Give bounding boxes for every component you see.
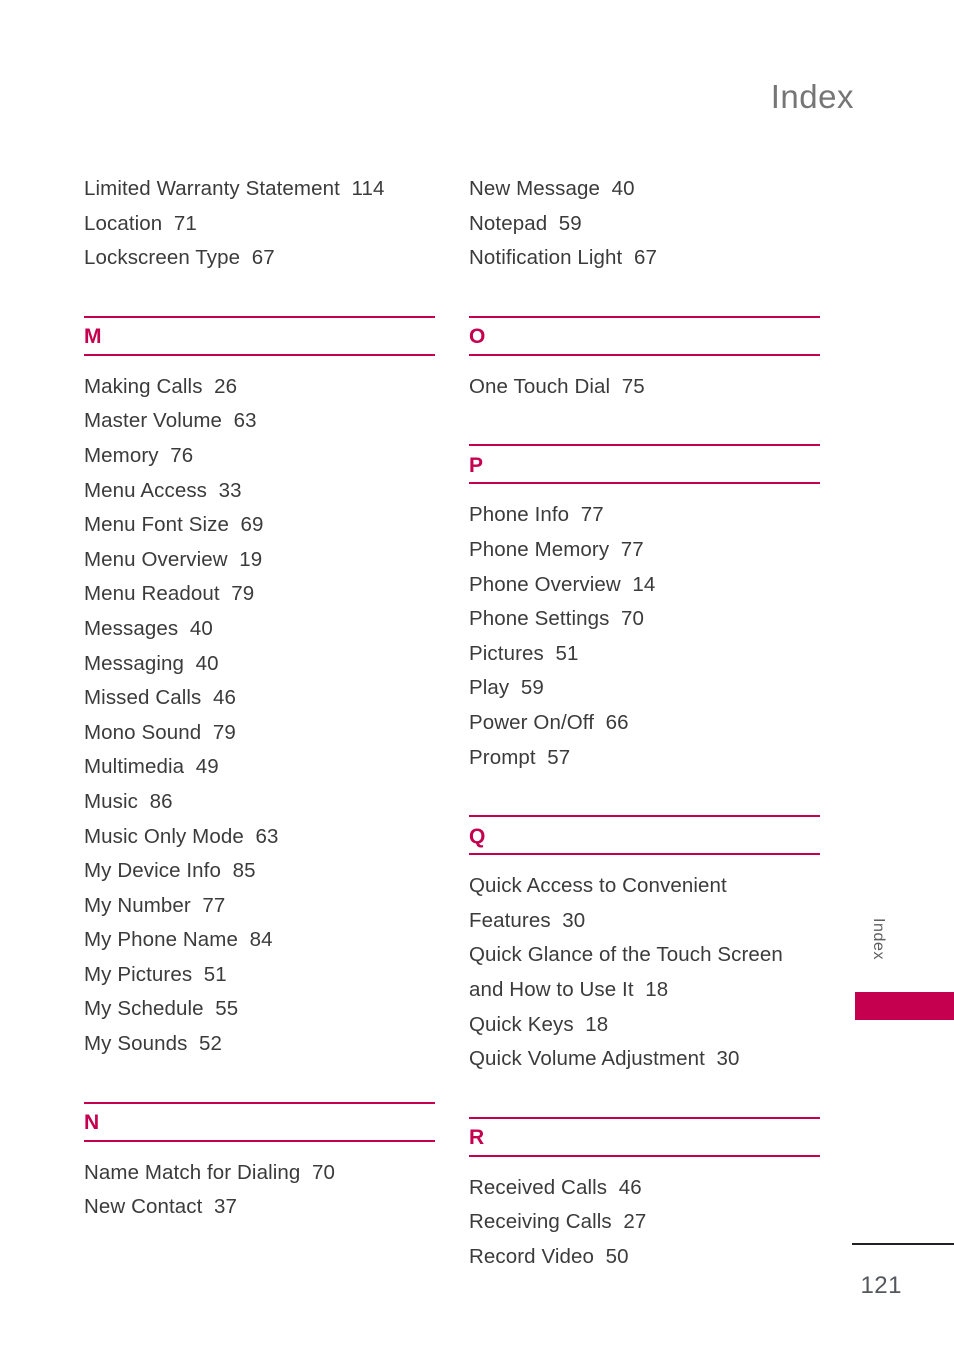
page-number: 121	[860, 1272, 902, 1299]
index-entry: Record Video 50	[469, 1244, 629, 1268]
index-entry: Mono Sound 79	[84, 720, 236, 744]
index-column-right: New Message 40 Notepad 59 Notification Lig…	[469, 172, 820, 1274]
section-letter: R	[469, 1126, 485, 1150]
section-header-m: M	[84, 315, 435, 356]
index-entry: Music 86	[84, 789, 173, 813]
index-columns: Limited Warranty Statement 114 Location 7…	[84, 172, 820, 1274]
index-entry: Memory 76	[84, 443, 194, 467]
index-entry: Missed Calls 46	[84, 686, 236, 710]
index-entry: Phone Overview 14	[469, 572, 656, 596]
index-entry: Menu Readout 79	[84, 582, 255, 606]
index-entry: My Phone Name 84	[84, 928, 273, 952]
index-entry: Multimedia 49	[84, 755, 219, 779]
side-tab-label: Index	[870, 918, 887, 961]
section-letter: Q	[469, 824, 486, 848]
index-entry: Quick Glance of the Touch Screen and How…	[469, 943, 783, 1001]
section-header-r: R	[469, 1116, 820, 1157]
index-entry-list: Quick Access to Convenient Features 30 Qu…	[469, 869, 820, 1077]
index-entry: One Touch Dial 75	[469, 374, 645, 398]
index-entry: Messaging 40	[84, 651, 219, 675]
page-title: Index	[770, 78, 854, 115]
index-entry: Play 59	[469, 676, 544, 700]
section-letter: M	[84, 325, 102, 349]
index-entry: My Pictures 51	[84, 962, 227, 986]
folio-rule	[852, 1243, 954, 1245]
index-entry: New Contact 37	[84, 1195, 238, 1219]
index-entry-list: Name Match for Dialing 70 New Contact 37	[84, 1156, 435, 1225]
index-entry: Quick Volume Adjustment 30	[469, 1047, 740, 1071]
index-entry: Menu Overview 19	[84, 547, 263, 571]
index-entry: Notepad 59	[469, 211, 582, 235]
index-entry: Lockscreen Type 67	[84, 246, 275, 270]
index-entry-list: New Message 40 Notepad 59 Notification Lig…	[469, 172, 820, 276]
index-entry: Received Calls 46	[469, 1175, 642, 1199]
index-entry: My Device Info 85	[84, 859, 256, 883]
index-entry: My Number 77	[84, 893, 226, 917]
index-entry: Receiving Calls 27	[469, 1210, 647, 1234]
section-header-o: O	[469, 315, 820, 356]
index-entry-list: Making Calls 26 Master Volume 63 Memory 76…	[84, 370, 435, 1062]
section-header-n: N	[84, 1101, 435, 1142]
index-entry: Quick Access to Convenient Features 30	[469, 874, 727, 932]
side-thumb-tab: Index	[855, 918, 954, 965]
index-entry: Phone Info 77	[469, 503, 604, 527]
index-entry: My Schedule 55	[84, 997, 239, 1021]
index-entry: My Sounds 52	[84, 1032, 223, 1056]
section-letter: N	[84, 1111, 100, 1135]
index-entry: Power On/Off 66	[469, 710, 629, 734]
index-entry-list: Phone Info 77 Phone Memory 77 Phone Overvi…	[469, 498, 820, 775]
index-entry: Phone Memory 77	[469, 537, 644, 561]
side-tab-marker	[855, 992, 954, 1020]
index-entry: Quick Keys 18	[469, 1012, 609, 1036]
index-entry: Phone Settings 70	[469, 607, 645, 631]
index-entry: Messages 40	[84, 616, 213, 640]
index-entry: Music Only Mode 63	[84, 824, 279, 848]
index-entry-list: Received Calls 46 Receiving Calls 27 Recor…	[469, 1171, 820, 1275]
index-entry: Making Calls 26	[84, 374, 238, 398]
index-entry: New Message 40	[469, 177, 635, 200]
section-letter: P	[469, 453, 484, 477]
index-entry: Prompt 57	[469, 745, 571, 769]
index-entry: Master Volume 63	[84, 409, 257, 433]
index-entry-list: One Touch Dial 75	[469, 370, 820, 405]
index-entry: Notification Light 67	[469, 246, 657, 270]
index-entry: Menu Access 33	[84, 478, 242, 502]
index-entry-list: Limited Warranty Statement 114 Location 7…	[84, 172, 435, 276]
index-entry: Menu Font Size 69	[84, 513, 264, 537]
section-header-q: Q	[469, 815, 820, 856]
section-header-p: P	[469, 444, 820, 485]
index-entry: Name Match for Dialing 70	[84, 1160, 335, 1184]
index-entry: Pictures 51	[469, 641, 579, 665]
index-column-left: Limited Warranty Statement 114 Location 7…	[84, 172, 435, 1274]
index-entry: Limited Warranty Statement 114	[84, 177, 385, 200]
section-letter: O	[469, 325, 486, 349]
index-entry: Location 71	[84, 211, 197, 235]
